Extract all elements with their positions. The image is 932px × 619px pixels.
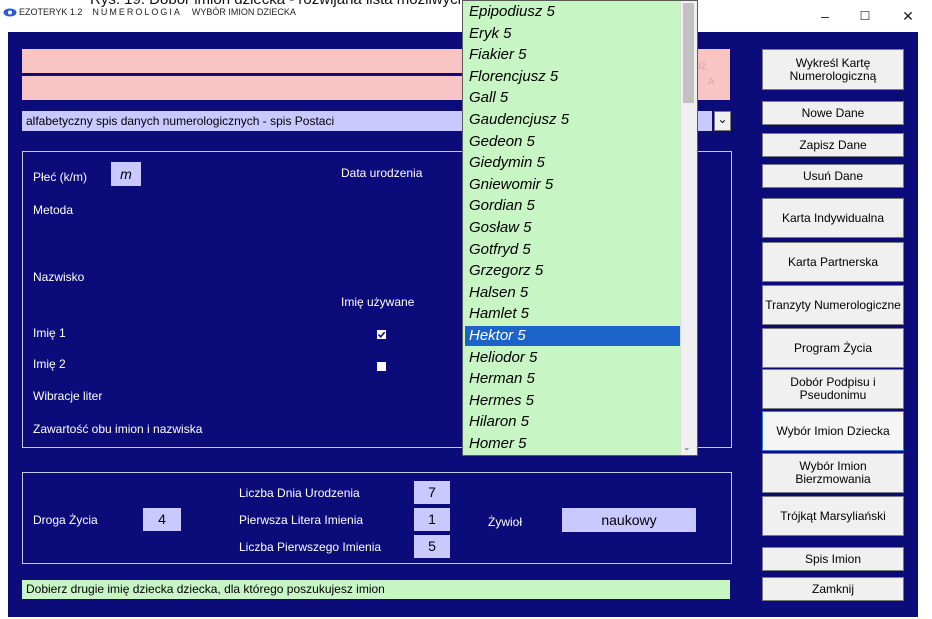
new-data-button[interactable]: Nowe Dane xyxy=(762,101,904,125)
birthday-number-value: 7 xyxy=(414,481,450,504)
window-title: EZOTERYK 1.2 NUMEROLOGIA WYBÓR IMION DZIEC… xyxy=(19,7,296,17)
name2-used-checkbox[interactable] xyxy=(377,362,386,371)
method-label: Metoda xyxy=(33,203,74,217)
dropdown-scrollbar[interactable]: ⌄ xyxy=(680,1,697,455)
save-data-button[interactable]: Zapisz Dane xyxy=(762,133,904,157)
maximize-button[interactable]: ☐ xyxy=(850,4,880,28)
marseille-triangle-button[interactable]: Trójkąt Marsyliański xyxy=(762,496,904,536)
surname-label: Nazwisko xyxy=(33,270,85,284)
delete-data-button[interactable]: Usuń Dane xyxy=(762,164,904,188)
content-label: Zawartość obu imion i nazwiska xyxy=(33,422,203,436)
dropdown-item[interactable]: Gotfryd 5 xyxy=(465,240,681,260)
life-path-value: 4 xyxy=(143,508,181,531)
dropdown-item[interactable]: Hilaron 5 xyxy=(465,412,681,432)
element-label: Żywioł xyxy=(488,515,523,529)
dropdown-item[interactable]: Halsen 5 xyxy=(465,283,681,303)
name1-label: Imię 1 xyxy=(33,326,66,340)
dropdown-item[interactable]: Gordian 5 xyxy=(465,196,681,216)
individual-chart-button[interactable]: Karta Indywidualna xyxy=(762,198,904,238)
chevron-down-icon[interactable]: ⌄ xyxy=(683,442,691,453)
partner-chart-button[interactable]: Karta Partnerska xyxy=(762,242,904,282)
gender-label: Płeć (k/m) xyxy=(33,170,87,184)
app-name: EZOTERYK 1.2 xyxy=(19,7,83,17)
child-names-button[interactable]: Wybór Imion Dziecka xyxy=(762,411,904,451)
dropdown-item[interactable]: Florencjusz 5 xyxy=(465,67,681,87)
combobox-value: alfabetyczny spis danych numerologicznyc… xyxy=(26,114,335,128)
status-hint: Dobierz drugie imię dziecka dziecka, dla… xyxy=(22,580,730,599)
first-letter-label: Pierwsza Litera Imienia xyxy=(239,513,364,527)
name2-label: Imię 2 xyxy=(33,357,66,371)
draw-chart-button[interactable]: Wykreśl Kartę Numerologiczną xyxy=(762,49,904,90)
scrollbar-thumb[interactable] xyxy=(683,3,694,103)
first-letter-value: 1 xyxy=(414,508,450,531)
life-path-label: Droga Życia xyxy=(33,513,98,527)
dropdown-item[interactable]: Herman 5 xyxy=(465,369,681,389)
used-name-label: Imię używane xyxy=(341,295,415,309)
dropdown-item[interactable]: Epipodiusz 5 xyxy=(465,2,681,22)
dropdown-item[interactable]: Gosław 5 xyxy=(465,218,681,238)
gender-input[interactable]: m xyxy=(111,162,141,186)
combobox-arrow-button[interactable]: ⌄ xyxy=(714,111,731,131)
dropdown-item[interactable]: Hamlet 5 xyxy=(465,304,681,324)
dropdown-item[interactable]: Gedeon 5 xyxy=(465,132,681,152)
signature-pseudonym-button[interactable]: Dobór Podpisu i Pseudonimu xyxy=(762,369,904,409)
name1-used-checkbox[interactable] xyxy=(377,330,386,339)
vibration-label: Wibracje liter xyxy=(33,389,103,403)
dropdown-item[interactable]: Eryk 5 xyxy=(465,24,681,44)
first-name-dropdown-list[interactable]: Epipodiusz 5 Eryk 5 Fiakier 5 Florencjusz 5… xyxy=(462,0,698,456)
transits-button[interactable]: Tranzyty Numerologiczne xyxy=(762,285,904,325)
dropdown-item[interactable]: Fiakier 5 xyxy=(465,45,681,65)
chevron-down-icon: ⌄ xyxy=(717,112,728,126)
dropdown-item[interactable]: Giedymin 5 xyxy=(465,153,681,173)
minimize-button[interactable]: – xyxy=(810,4,840,28)
life-program-button[interactable]: Program Życia xyxy=(762,328,904,368)
app-module: NUMEROLOGIA xyxy=(92,7,182,17)
dropdown-item[interactable]: Hermes 5 xyxy=(465,391,681,411)
checkmark-icon xyxy=(377,331,386,338)
disabled-enter-label-2: A xyxy=(708,77,715,88)
birthdate-label: Data urodzenia xyxy=(341,166,423,180)
close-button[interactable]: Zamknij xyxy=(762,577,904,601)
dropdown-item[interactable]: Gall 5 xyxy=(465,88,681,108)
dropdown-item[interactable]: Gniewomir 5 xyxy=(465,175,681,195)
first-name-number-value: 5 xyxy=(414,535,450,558)
eye-icon xyxy=(3,8,17,17)
confirmation-names-button[interactable]: Wybór Imion Bierzmowania xyxy=(762,453,904,493)
element-value: naukowy xyxy=(562,508,696,532)
dropdown-item[interactable]: Homer 5 xyxy=(465,434,681,454)
dropdown-item[interactable]: Gaudencjusz 5 xyxy=(465,110,681,130)
first-name-number-label: Liczba Pierwszego Imienia xyxy=(239,540,382,554)
close-window-button[interactable]: ✕ xyxy=(893,4,923,28)
birthday-number-label: Liczba Dnia Urodzenia xyxy=(239,486,360,500)
app-screen: WYBÓR IMION DZIECKA xyxy=(191,7,296,17)
dropdown-item[interactable]: Hektor 5 xyxy=(465,326,681,346)
names-list-button[interactable]: Spis Imion xyxy=(762,547,904,571)
dropdown-item[interactable]: Heliodor 5 xyxy=(465,348,681,368)
dropdown-item[interactable]: Grzegorz 5 xyxy=(465,261,681,281)
